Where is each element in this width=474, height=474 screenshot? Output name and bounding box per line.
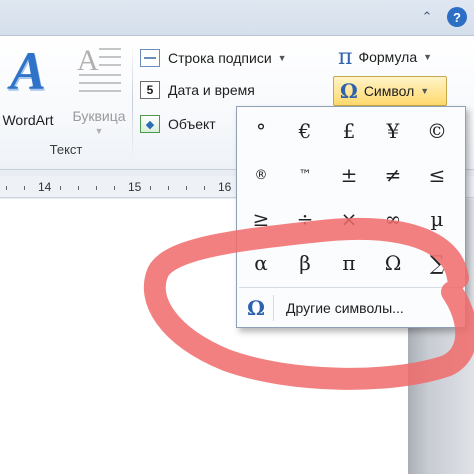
symbol-cell[interactable]: ≠ bbox=[373, 155, 413, 195]
symbol-cell[interactable]: Ω bbox=[373, 243, 413, 283]
omega-icon: Ω bbox=[340, 79, 358, 103]
calendar-icon: 5 bbox=[140, 81, 160, 99]
symbol-cell[interactable]: © bbox=[417, 111, 457, 151]
symbol-cell[interactable]: β bbox=[285, 243, 325, 283]
wordart-icon: A bbox=[9, 41, 47, 101]
symbol-cell[interactable]: £ bbox=[329, 111, 369, 151]
symbol-cell[interactable]: ≥ bbox=[241, 199, 281, 239]
ruler-tick bbox=[204, 186, 205, 190]
formula-label: Формула bbox=[358, 49, 418, 65]
symbol-cell[interactable]: π bbox=[329, 243, 369, 283]
menu-divider bbox=[273, 295, 274, 321]
ruler-label: 15 bbox=[128, 180, 142, 194]
symbol-button[interactable]: Ω Символ ▼ bbox=[333, 76, 447, 106]
signature-line-button[interactable]: Строка подписи ▼ bbox=[140, 46, 287, 70]
symbol-cell[interactable]: € bbox=[285, 111, 325, 151]
pi-icon: π bbox=[338, 44, 353, 70]
signature-line-icon bbox=[140, 49, 160, 67]
help-icon[interactable]: ? bbox=[442, 4, 472, 30]
date-time-label: Дата и время bbox=[168, 82, 255, 98]
dropcap-button[interactable]: A Буквица ▼ bbox=[66, 42, 132, 136]
symbol-dropdown: ° € £ ¥ © ® ™ ± ≠ ≤ ≥ ÷ × ∞ µ α β π Ω ∑ … bbox=[236, 106, 466, 328]
ruler-tick bbox=[168, 186, 169, 190]
ruler-tick bbox=[6, 186, 7, 190]
symbol-cell[interactable]: × bbox=[329, 199, 369, 239]
dropcap-icon: A bbox=[77, 42, 121, 94]
symbol-cell[interactable]: ± bbox=[329, 155, 369, 195]
ruler-label: 16 bbox=[218, 180, 232, 194]
menu-divider bbox=[239, 287, 463, 288]
chevron-down-icon[interactable]: ▼ bbox=[278, 53, 287, 63]
ruler-tick bbox=[150, 186, 151, 190]
dropcap-label: Буквица bbox=[72, 108, 126, 124]
chevron-down-icon: ▼ bbox=[94, 126, 104, 136]
more-symbols-button[interactable]: Ω Другие символы... bbox=[239, 291, 463, 325]
symbol-label: Символ bbox=[363, 83, 415, 99]
wordart-label: WordArt bbox=[2, 112, 54, 128]
chevron-down-icon[interactable]: ▼ bbox=[423, 52, 432, 62]
symbol-cell[interactable]: α bbox=[241, 243, 281, 283]
date-time-button[interactable]: 5 Дата и время bbox=[140, 78, 255, 102]
symbol-cell[interactable]: ≤ bbox=[417, 155, 457, 195]
symbol-cell[interactable]: ® bbox=[241, 155, 281, 195]
object-button[interactable]: ◆ Объект bbox=[140, 112, 216, 136]
chevron-down-icon: ▼ bbox=[420, 86, 430, 96]
object-icon: ◆ bbox=[140, 115, 160, 133]
more-symbols-label: Другие символы... bbox=[286, 300, 404, 316]
symbol-cell[interactable]: ™ bbox=[285, 155, 325, 195]
group-label-text: Текст bbox=[49, 142, 83, 157]
group-divider bbox=[132, 42, 133, 162]
ruler-tick bbox=[114, 186, 115, 190]
symbol-cell[interactable]: µ bbox=[417, 199, 457, 239]
ruler-tick bbox=[186, 186, 187, 190]
ruler-tick bbox=[78, 186, 79, 190]
formula-button[interactable]: π Формула ▼ bbox=[338, 44, 432, 70]
object-label: Объект bbox=[168, 116, 216, 132]
symbol-cell[interactable]: ∞ bbox=[373, 199, 413, 239]
chevron-up-icon[interactable]: ⌃ bbox=[412, 4, 442, 30]
signature-line-label: Строка подписи bbox=[168, 50, 272, 66]
ruler-label: 14 bbox=[38, 180, 52, 194]
title-strip: ⌃ ? bbox=[0, 0, 474, 36]
symbol-cell[interactable]: ¥ bbox=[373, 111, 413, 151]
ruler-tick bbox=[96, 186, 97, 190]
wordart-button[interactable]: A WordArt bbox=[0, 42, 64, 134]
ruler-tick bbox=[60, 186, 61, 190]
ruler-tick bbox=[24, 186, 25, 190]
symbol-cell[interactable]: ° bbox=[241, 111, 281, 151]
symbol-cell[interactable]: ∑ bbox=[417, 243, 457, 283]
symbol-cell[interactable]: ÷ bbox=[285, 199, 325, 239]
omega-icon: Ω bbox=[247, 296, 265, 320]
